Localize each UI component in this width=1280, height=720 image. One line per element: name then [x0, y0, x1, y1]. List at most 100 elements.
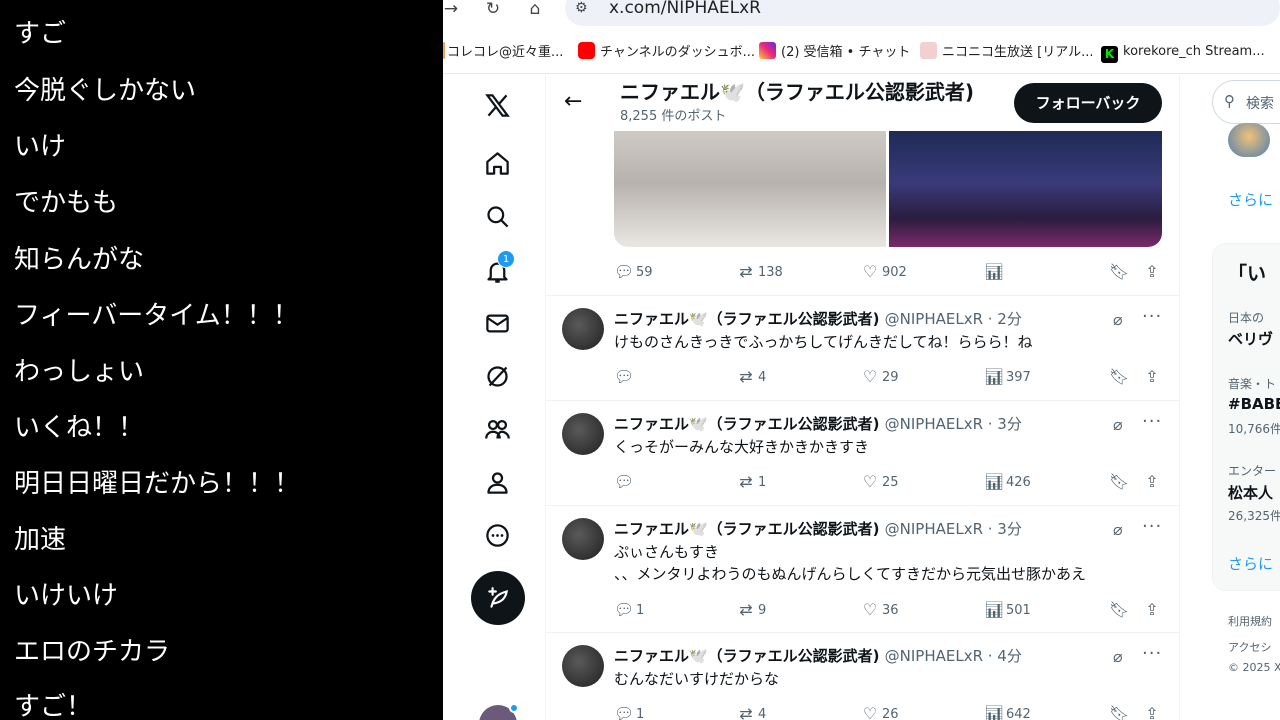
site-settings-icon[interactable]: ⚙	[575, 0, 593, 17]
tweet-author-name[interactable]: ニファエル🕊️（ラファエル公認影武者)	[614, 647, 880, 665]
tweet[interactable]: ニファエル🕊️（ラファエル公認影武者) @NIPHAELxR · 3分 ⌀ ··…	[546, 506, 1179, 633]
bookmark-button[interactable]: 🔖︎	[1109, 703, 1131, 720]
compose-post-button[interactable]	[471, 571, 525, 625]
trend-name[interactable]: ベリヴ	[1228, 328, 1273, 349]
tweet-author-name[interactable]: ニファエル🕊️（ラファエル公認影武者)	[614, 415, 880, 433]
like-button[interactable]: ♡ 29	[860, 366, 899, 388]
tweet-handle-time[interactable]: @NIPHAELxR · 3分	[885, 520, 1022, 538]
tweet-avatar[interactable]	[562, 413, 604, 455]
reply-button[interactable]: 💬︎	[614, 471, 636, 493]
repost-button[interactable]: ⇄ 4	[736, 366, 766, 388]
bookmark-button[interactable]: 🔖︎	[1109, 366, 1131, 388]
bookmark-item[interactable]: コレコレ@近々重...	[443, 42, 563, 62]
reply-icon: 💬︎	[614, 472, 635, 491]
grok-icon[interactable]	[481, 360, 513, 392]
share-button[interactable]: ⇪	[1142, 703, 1164, 720]
repost-button[interactable]: ⇄ 138	[736, 261, 783, 283]
views-button[interactable]: 📊︎ 426	[984, 471, 1031, 493]
reply-icon: 💬︎	[614, 704, 635, 720]
repost-button[interactable]: ⇄ 1	[736, 471, 766, 493]
footer-accessibility-link[interactable]: アクセシ	[1228, 639, 1271, 655]
trend-category: 日本の	[1228, 311, 1265, 325]
show-more-link[interactable]: さらに	[1228, 553, 1273, 574]
forward-icon[interactable]: →	[443, 0, 463, 18]
trend-name[interactable]: 松本人	[1228, 482, 1273, 503]
tweet-avatar[interactable]	[562, 645, 604, 687]
views-button[interactable]: 📊︎	[984, 261, 1006, 283]
address-bar-row: → ↻ ⌂ ⚙ x.com/NIPHAELxR	[443, 0, 1280, 28]
communities-icon[interactable]	[481, 413, 513, 445]
reply-button[interactable]: 💬︎	[614, 366, 636, 388]
bookmark-item[interactable]: ニコニコ生放送 [リアル...	[920, 42, 1093, 62]
like-button[interactable]: ♡ 26	[860, 703, 899, 720]
search-icon: ⚲	[1224, 92, 1235, 110]
view-count: 397	[1006, 370, 1031, 385]
follow-back-button[interactable]: フォローバック	[1014, 83, 1162, 123]
share-button[interactable]: ⇪	[1142, 366, 1164, 388]
tweet[interactable]: ニファエル🕊️（ラファエル公認影武者) @NIPHAELxR · 3分 ⌀ ··…	[546, 401, 1179, 506]
more-icon[interactable]: ···	[1142, 643, 1162, 664]
share-button[interactable]: ⇪	[1142, 599, 1164, 621]
tweet-actions: 💬︎ 1 ⇄ 9 ♡ 36 📊︎ 501 🔖︎ ⇪	[614, 599, 1162, 621]
views-button[interactable]: 📊︎ 642	[984, 703, 1031, 720]
footer-terms-link[interactable]: 利用規約	[1228, 613, 1272, 629]
home-icon[interactable]: ⌂	[523, 0, 547, 18]
bookmark-item[interactable]: (2) 受信箱 • チャット	[759, 42, 910, 62]
bookmark-button[interactable]: 🔖︎	[1109, 599, 1131, 621]
x-logo-icon[interactable]	[481, 89, 513, 121]
tweet-author-name[interactable]: ニファエル🕊️（ラファエル公認影武者)	[614, 520, 880, 538]
repost-button[interactable]: ⇄ 9	[736, 599, 766, 621]
url-text[interactable]: x.com/NIPHAELxR	[609, 0, 761, 18]
trend-name[interactable]: #BABE	[1228, 395, 1280, 413]
more-icon[interactable]: ···	[1142, 306, 1162, 327]
grok-icon[interactable]: ⌀	[1113, 310, 1123, 329]
repost-icon: ⇄	[739, 600, 753, 619]
reply-button[interactable]: 💬︎ 1	[614, 599, 644, 621]
bookmark-button[interactable]: 🔖︎	[1109, 471, 1131, 493]
explore-search-icon[interactable]	[481, 200, 513, 232]
tweet-handle-time[interactable]: @NIPHAELxR · 2分	[885, 310, 1022, 328]
share-button[interactable]: ⇪	[1142, 261, 1164, 283]
bookmarks-bar: コレコレ@近々重... チャンネルのダッシュボ... (2) 受信箱 • チャッ…	[443, 28, 1280, 74]
bookmark-item[interactable]: チャンネルのダッシュボ...	[578, 42, 755, 62]
tweet-avatar[interactable]	[562, 308, 604, 350]
media-image[interactable]	[889, 131, 1162, 247]
comment-line: すご！	[14, 692, 93, 720]
tweet-handle-time[interactable]: @NIPHAELxR · 3分	[885, 415, 1022, 433]
bookmark-button[interactable]: 🔖︎	[1109, 261, 1131, 283]
repost-button[interactable]: ⇄ 4	[736, 703, 766, 720]
share-button[interactable]: ⇪	[1142, 471, 1164, 493]
grok-icon[interactable]: ⌀	[1113, 520, 1123, 539]
like-button[interactable]: ♡ 36	[860, 599, 899, 621]
reply-icon: 💬︎	[614, 600, 635, 619]
tweet-avatar[interactable]	[562, 518, 604, 560]
views-button[interactable]: 📊︎ 397	[984, 366, 1031, 388]
bookmark-label: ニコニコ生放送 [リアル...	[942, 45, 1094, 60]
reply-button[interactable]: 💬︎ 59	[614, 261, 653, 283]
grok-icon[interactable]: ⌀	[1113, 415, 1123, 434]
like-button[interactable]: ♡ 902	[860, 261, 907, 283]
messages-envelope-icon[interactable]	[481, 307, 513, 339]
like-button[interactable]: ♡ 25	[860, 471, 899, 493]
tweet[interactable]: ニファエル🕊️（ラファエル公認影武者) @NIPHAELxR · 2分 ⌀ ··…	[546, 296, 1179, 401]
home-icon[interactable]	[481, 147, 513, 179]
grok-icon[interactable]: ⌀	[1113, 647, 1123, 666]
tweet-author-name[interactable]: ニファエル🕊️（ラファエル公認影武者)	[614, 310, 880, 328]
comment-line: フィーバータイム！！！	[14, 301, 299, 331]
tweet-actions: 💬︎ 1 ⇄ 4 ♡ 26 📊︎ 642 🔖︎ ⇪	[614, 703, 1162, 720]
more-icon[interactable]: ···	[1142, 411, 1162, 432]
views-button[interactable]: 📊︎ 501	[984, 599, 1031, 621]
more-icon[interactable]: ···	[1142, 516, 1162, 537]
bookmark-label: チャンネルのダッシュボ...	[600, 45, 756, 60]
reply-button[interactable]: 💬︎ 1	[614, 703, 644, 720]
suggested-user-avatar[interactable]	[1228, 123, 1270, 157]
tweet[interactable]: ニファエル🕊️（ラファエル公認影武者) @NIPHAELxR · 4分 ⌀ ··…	[546, 633, 1179, 720]
tweet-handle-time[interactable]: @NIPHAELxR · 4分	[885, 647, 1022, 665]
reload-icon[interactable]: ↻	[481, 0, 505, 18]
show-more-link[interactable]: さらに	[1228, 189, 1273, 210]
back-arrow-icon[interactable]: ←	[564, 89, 582, 115]
profile-person-icon[interactable]	[481, 466, 513, 498]
media-image[interactable]	[614, 131, 886, 247]
bookmark-item[interactable]: Kkorekore_ch Stream...	[1101, 42, 1265, 63]
more-options-icon[interactable]	[481, 519, 513, 551]
